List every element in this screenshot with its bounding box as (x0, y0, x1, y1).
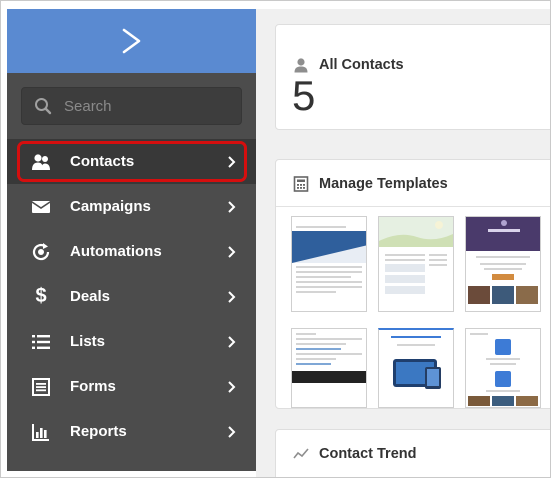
template-thumbnail[interactable] (291, 216, 367, 312)
all-contacts-card[interactable]: All Contacts 5 (275, 24, 550, 130)
contacts-icon (31, 152, 51, 172)
sidebar-item-campaigns[interactable]: Campaigns (7, 184, 256, 229)
sidebar-item-label: Campaigns (70, 198, 151, 215)
chevron-right-icon (228, 335, 236, 348)
brand-header[interactable] (7, 9, 256, 73)
main-content: All Contacts 5 Manage Templates Contact … (256, 9, 550, 477)
chevron-right-icon (228, 200, 236, 213)
card-title: Manage Templates (319, 176, 448, 192)
sidebar-item-label: Contacts (70, 153, 135, 170)
calculator-icon (293, 176, 309, 192)
dollar-icon: $ (35, 285, 47, 307)
manage-templates-card: Manage Templates (275, 159, 550, 409)
chevron-right-icon (228, 155, 236, 168)
sidebar-item-label: Forms (70, 378, 116, 395)
automations-icon (31, 242, 51, 262)
trend-line-icon (293, 448, 309, 459)
sidebar-item-label: Reports (70, 423, 127, 440)
card-header: Contact Trend (293, 446, 416, 462)
template-hero-image (379, 217, 453, 247)
template-thumbnail[interactable] (291, 328, 367, 408)
contact-trend-card[interactable]: Contact Trend (275, 429, 550, 477)
chevron-right-icon (228, 425, 236, 438)
card-title: All Contacts (319, 57, 404, 73)
template-thumbnail[interactable] (465, 328, 541, 408)
form-icon (31, 377, 51, 397)
card-title: Contact Trend (319, 446, 417, 462)
list-icon (31, 332, 51, 352)
envelope-icon (31, 197, 51, 217)
card-header: Manage Templates (293, 176, 448, 192)
sidebar-item-forms[interactable]: Forms (7, 364, 256, 409)
card-header: All Contacts (293, 57, 404, 73)
sidebar-item-label: Deals (70, 288, 111, 305)
card-divider (276, 206, 550, 207)
chevron-right-icon (228, 380, 236, 393)
template-hero-image (292, 231, 366, 263)
search-icon (35, 98, 52, 115)
sidebar-item-reports[interactable]: Reports (7, 409, 256, 454)
sidebar-nav: Contacts Campaigns Automations $ Deals L… (7, 139, 256, 454)
template-thumbnail[interactable] (378, 328, 454, 408)
sidebar-item-automations[interactable]: Automations (7, 229, 256, 274)
template-thumbnail[interactable] (465, 216, 541, 312)
logo-chevron-icon (122, 28, 140, 54)
app-window: Contacts Campaigns (0, 0, 551, 478)
contacts-count: 5 (292, 72, 316, 119)
sidebar-item-lists[interactable]: Lists (7, 319, 256, 364)
template-hero-image (393, 359, 441, 389)
bar-chart-icon (31, 422, 51, 442)
search-input[interactable] (64, 97, 224, 115)
search-box[interactable] (21, 87, 242, 125)
sidebar: Contacts Campaigns (7, 9, 256, 471)
sidebar-item-deals[interactable]: $ Deals (7, 274, 256, 319)
template-thumbnail[interactable] (378, 216, 454, 312)
sidebar-item-label: Lists (70, 333, 106, 350)
chevron-right-icon (228, 245, 236, 258)
person-icon (294, 58, 308, 73)
sidebar-item-label: Automations (70, 243, 162, 260)
template-hero-image (466, 217, 540, 251)
chevron-right-icon (228, 290, 236, 303)
sidebar-item-contacts[interactable]: Contacts (7, 139, 256, 184)
